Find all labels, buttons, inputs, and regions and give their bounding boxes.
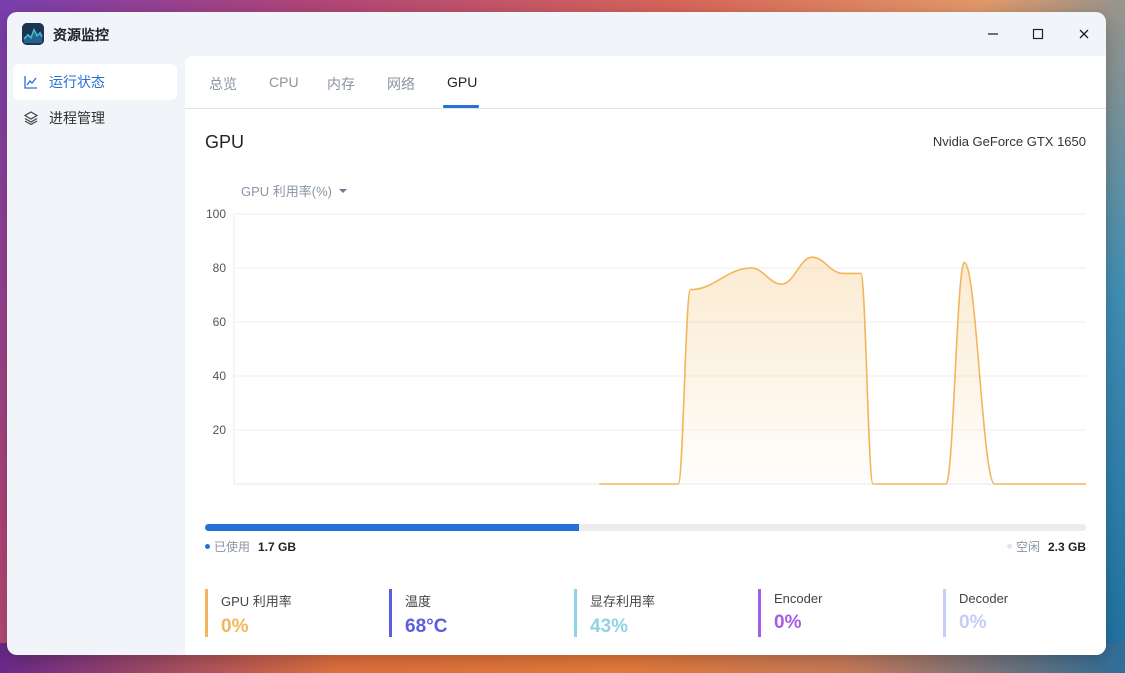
tab-bar: 总览 CPU 内存 网络 GPU xyxy=(185,56,1106,109)
sidebar-item-status[interactable]: 运行状态 xyxy=(13,64,177,100)
maximize-button[interactable] xyxy=(1023,22,1053,46)
stat-encoder: Encoder 0% xyxy=(758,589,822,637)
stat-value: 0% xyxy=(774,612,802,633)
used-dot-icon xyxy=(205,544,210,549)
caret-down-icon xyxy=(339,188,348,193)
y-tick-label: 100 xyxy=(206,207,226,221)
memory-used-label: 已使用 xyxy=(214,540,251,554)
stat-value: 68°C xyxy=(405,616,448,637)
stat-temperature: 温度 68°C xyxy=(389,589,447,637)
metric-dropdown-label: GPU 利用率(%) xyxy=(241,184,333,199)
chart-area-fill xyxy=(599,257,1086,484)
memory-free-label: 空闲 xyxy=(1015,540,1040,554)
memory-free: 空闲 2.3 GB xyxy=(1006,538,1086,555)
sidebar-item-label: 进程管理 xyxy=(49,110,105,126)
sidebar-item-label: 运行状态 xyxy=(49,74,105,90)
tab-gpu[interactable]: GPU xyxy=(447,74,477,90)
stat-decoder: Decoder 0% xyxy=(943,589,1008,637)
close-icon xyxy=(1079,29,1089,39)
gpu-model: Nvidia GeForce GTX 1650 xyxy=(932,134,1086,149)
maximize-icon xyxy=(1032,28,1044,40)
stat-label: 显存利用率 xyxy=(590,594,656,609)
tab-cpu[interactable]: CPU xyxy=(269,74,299,90)
sidebar-item-process[interactable]: 进程管理 xyxy=(13,100,177,136)
memory-free-value: 2.3 GB xyxy=(1047,539,1086,554)
layers-icon xyxy=(23,110,39,126)
close-button[interactable] xyxy=(1069,22,1099,46)
main-panel: 总览 CPU 内存 网络 GPU GPU Nvidia GeForce GTX … xyxy=(185,56,1106,655)
app-logo-icon xyxy=(22,23,44,45)
free-dot-icon xyxy=(1006,544,1012,549)
y-tick-label: 40 xyxy=(213,369,227,383)
line-chart-icon xyxy=(23,74,39,90)
stat-label: Decoder xyxy=(959,591,1009,606)
memory-used: 已使用 1.7 GB xyxy=(205,538,296,555)
minimize-button[interactable] xyxy=(978,22,1008,46)
y-tick-label: 60 xyxy=(213,315,227,329)
stat-value: 43% xyxy=(590,616,629,637)
active-tab-indicator xyxy=(443,105,479,108)
sidebar: 运行状态 进程管理 xyxy=(7,56,185,655)
tab-memory[interactable]: 内存 xyxy=(327,74,355,94)
tab-overview[interactable]: 总览 xyxy=(209,74,237,94)
stat-value: 0% xyxy=(959,612,987,633)
memory-used-value: 1.7 GB xyxy=(258,539,297,554)
stat-label: 温度 xyxy=(405,594,432,609)
metric-dropdown[interactable]: GPU 利用率(%) xyxy=(241,181,348,200)
stat-vram-usage: 显存利用率 43% xyxy=(574,589,655,637)
stat-label: GPU 利用率 xyxy=(221,594,292,609)
app-title: 资源监控 xyxy=(53,27,109,43)
y-tick-label: 20 xyxy=(213,423,227,437)
tab-network[interactable]: 网络 xyxy=(387,74,415,94)
section-title: GPU xyxy=(205,132,245,152)
stat-value: 0% xyxy=(221,616,249,637)
y-tick-label: 80 xyxy=(213,261,227,275)
app-window: 资源监控 运行状态 进程管理 总览 CPU 内存 网络 GPU GPU Nvid… xyxy=(7,12,1106,655)
stat-gpu-usage: GPU 利用率 0% xyxy=(205,589,292,637)
stat-label: Encoder xyxy=(774,591,823,606)
gpu-usage-chart: 100 80 60 40 20 xyxy=(206,207,1086,485)
title-bar: 资源监控 xyxy=(7,12,1106,56)
minimize-icon xyxy=(988,33,998,35)
memory-usage-fill xyxy=(205,524,580,531)
memory-usage-bar xyxy=(205,524,1086,531)
